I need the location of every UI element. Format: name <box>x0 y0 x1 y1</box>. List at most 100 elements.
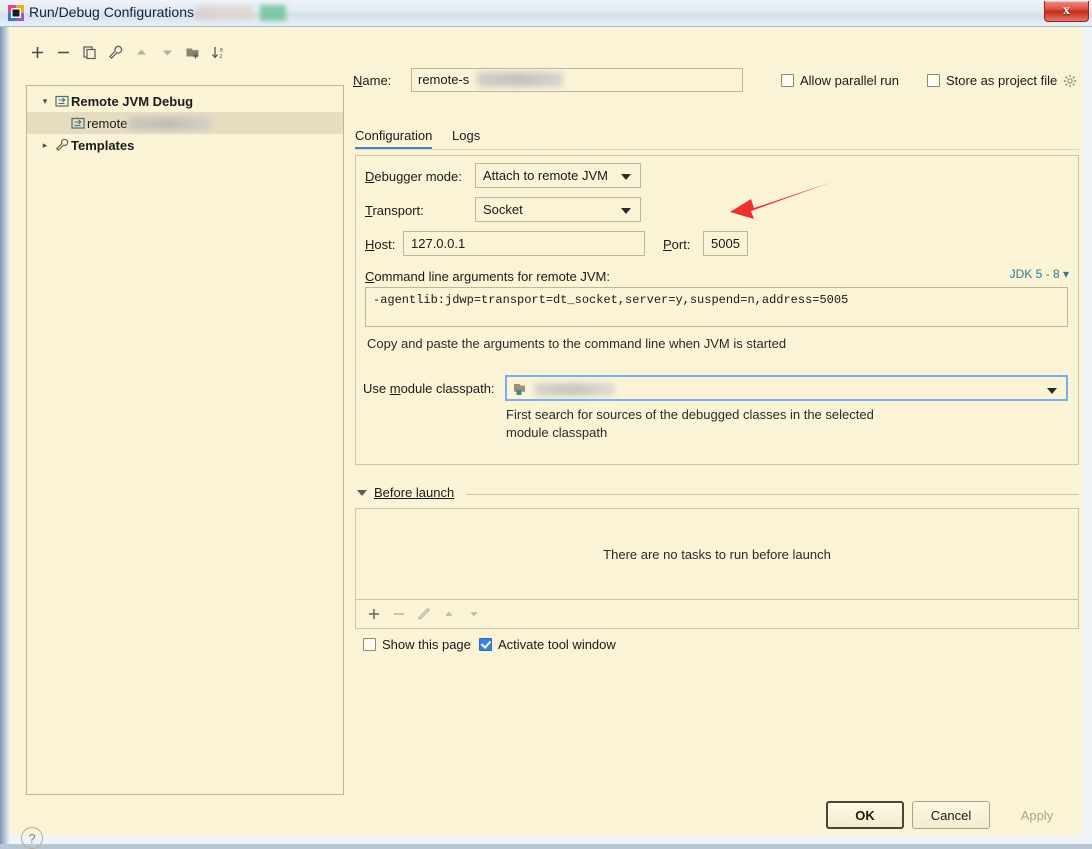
ok-label: OK <box>855 807 875 823</box>
redacted-module-name <box>535 383 615 396</box>
help-icon: ? <box>28 830 36 846</box>
configurations-tree[interactable]: ▾ Remote JVM Debug remote ▸ Templates <box>26 85 344 795</box>
port-label: Port: <box>663 237 691 252</box>
chevron-down-icon <box>621 173 631 180</box>
folder-add-icon-button[interactable] <box>181 40 205 64</box>
allow-parallel-run-checkbox[interactable]: Allow parallel run <box>781 73 899 88</box>
move-up-button[interactable] <box>129 40 153 64</box>
jdk-version-label: JDK 5 - 8 <box>1009 267 1060 281</box>
chevron-down-icon <box>1047 388 1057 394</box>
tab-label: Logs <box>452 128 481 143</box>
before-launch-header[interactable]: Before launch <box>357 485 454 500</box>
name-input[interactable]: remote-s <box>411 68 743 92</box>
task-move-down-button <box>463 603 485 625</box>
host-value: 127.0.0.1 <box>411 236 466 251</box>
debugger-mode-label: Debugger mode: <box>365 169 462 184</box>
svg-text:a: a <box>220 47 224 53</box>
edit-task-pencil-button <box>413 603 435 625</box>
sort-az-icon-button[interactable]: a z <box>207 40 231 64</box>
checkbox-box[interactable] <box>781 74 794 87</box>
idea-app-icon <box>8 5 24 21</box>
tree-item-label: Remote JVM Debug <box>71 93 194 109</box>
transport-value: Socket <box>483 202 523 217</box>
gear-icon[interactable] <box>1063 74 1077 88</box>
redacted-title-badge <box>260 5 286 21</box>
remove-task-button <box>388 603 410 625</box>
before-launch-title: Before launch <box>374 485 455 500</box>
cancel-button[interactable]: Cancel <box>912 801 990 829</box>
module-classpath-select[interactable] <box>505 375 1068 401</box>
before-launch-task-list[interactable]: There are no tasks to run before launch <box>355 508 1079 600</box>
wrench-icon <box>53 138 71 152</box>
chevron-down-icon[interactable] <box>357 489 367 496</box>
move-down-button[interactable] <box>155 40 179 64</box>
transport-select[interactable]: Socket <box>475 197 641 222</box>
module-classpath-label: Use module classpath: <box>363 381 495 396</box>
ok-button[interactable]: OK <box>826 801 904 829</box>
activate-tool-window-checkbox[interactable]: Activate tool window <box>479 637 616 652</box>
host-input[interactable]: 127.0.0.1 <box>403 231 645 256</box>
edit-templates-wrench-button[interactable] <box>103 40 127 64</box>
jdk-version-selector[interactable]: JDK 5 - 8 ▾ <box>1010 267 1069 281</box>
window-title: Run/Debug Configurations <box>29 4 194 20</box>
tree-item-remote-jvm-debug[interactable]: ▾ Remote JVM Debug <box>27 90 343 112</box>
redacted-name-value <box>477 72 563 87</box>
dialog-content: a z ▾ Remote JVM Debug remote ▸ Template… <box>9 27 1083 849</box>
store-as-project-file-checkbox[interactable]: Store as project file <box>927 73 1077 88</box>
tree-item-remote-config[interactable]: remote <box>27 112 343 134</box>
copy-configuration-button[interactable] <box>77 40 101 64</box>
port-input[interactable]: 5005 <box>703 231 748 256</box>
help-button[interactable]: ? <box>21 827 43 849</box>
tree-item-label: remote <box>87 115 128 131</box>
name-label: Name: <box>353 73 392 88</box>
name-input-value: remote-s <box>418 72 470 87</box>
cancel-label: Cancel <box>930 807 972 823</box>
add-task-button[interactable] <box>363 603 385 625</box>
checkbox-box[interactable] <box>479 638 492 651</box>
tab-configuration[interactable]: Configuration <box>355 123 433 149</box>
close-button[interactable]: x <box>1044 1 1089 22</box>
store-as-project-file-label: Store as project file <box>946 73 1058 88</box>
checkbox-box[interactable] <box>363 638 376 651</box>
redacted-config-name <box>128 116 211 130</box>
tab-logs[interactable]: Logs <box>452 123 480 148</box>
add-configuration-button[interactable] <box>25 40 49 64</box>
chevron-down-icon: ▾ <box>1062 267 1069 281</box>
before-launch-divider <box>466 494 1079 495</box>
title-bar: Run/Debug Configurations x <box>0 0 1092 27</box>
command-line-args-hint: Copy and paste the arguments to the comm… <box>367 336 787 351</box>
before-launch-toolbar <box>355 600 1079 629</box>
task-move-up-button <box>438 603 460 625</box>
command-line-args-value: -agentlib:jdwp=transport=dt_socket,serve… <box>373 293 849 307</box>
apply-label: Apply <box>1020 807 1054 823</box>
checkbox-box[interactable] <box>927 74 940 87</box>
before-launch-empty-message: There are no tasks to run before launch <box>603 546 831 562</box>
chevron-down-icon[interactable]: ▾ <box>37 96 53 107</box>
configurations-toolbar: a z <box>25 39 345 65</box>
svg-text:z: z <box>220 54 223 60</box>
tree-item-templates[interactable]: ▸ Templates <box>27 134 343 156</box>
remove-configuration-button[interactable] <box>51 40 75 64</box>
host-label: Host: <box>365 237 396 252</box>
command-line-args-label: Command line arguments for remote JVM: <box>365 269 610 284</box>
chevron-right-icon[interactable]: ▸ <box>37 140 53 151</box>
dialog-window: Run/Debug Configurations x a z ▾ Remote … <box>0 0 1092 849</box>
command-line-args-input[interactable]: -agentlib:jdwp=transport=dt_socket,serve… <box>365 287 1068 327</box>
chevron-down-icon <box>621 207 631 214</box>
remote-debug-icon <box>69 116 87 130</box>
tab-label: Configuration <box>355 128 433 143</box>
tree-item-label: Templates <box>71 137 135 153</box>
module-classpath-hint-line2: module classpath <box>506 425 608 440</box>
debugger-mode-select[interactable]: Attach to remote JVM <box>475 163 641 188</box>
allow-parallel-run-label: Allow parallel run <box>800 73 899 88</box>
tab-bar: Configuration Logs <box>355 123 1079 150</box>
apply-button: Apply <box>998 801 1076 829</box>
activate-tool-window-label: Activate tool window <box>498 637 616 652</box>
close-icon: x <box>1063 3 1070 18</box>
debugger-mode-value: Attach to remote JVM <box>483 168 608 183</box>
port-value: 5005 <box>711 236 740 251</box>
module-icon <box>513 381 529 400</box>
remote-debug-icon <box>53 94 71 108</box>
show-this-page-label: Show this page <box>382 637 471 652</box>
show-this-page-checkbox[interactable]: Show this page <box>363 637 471 652</box>
